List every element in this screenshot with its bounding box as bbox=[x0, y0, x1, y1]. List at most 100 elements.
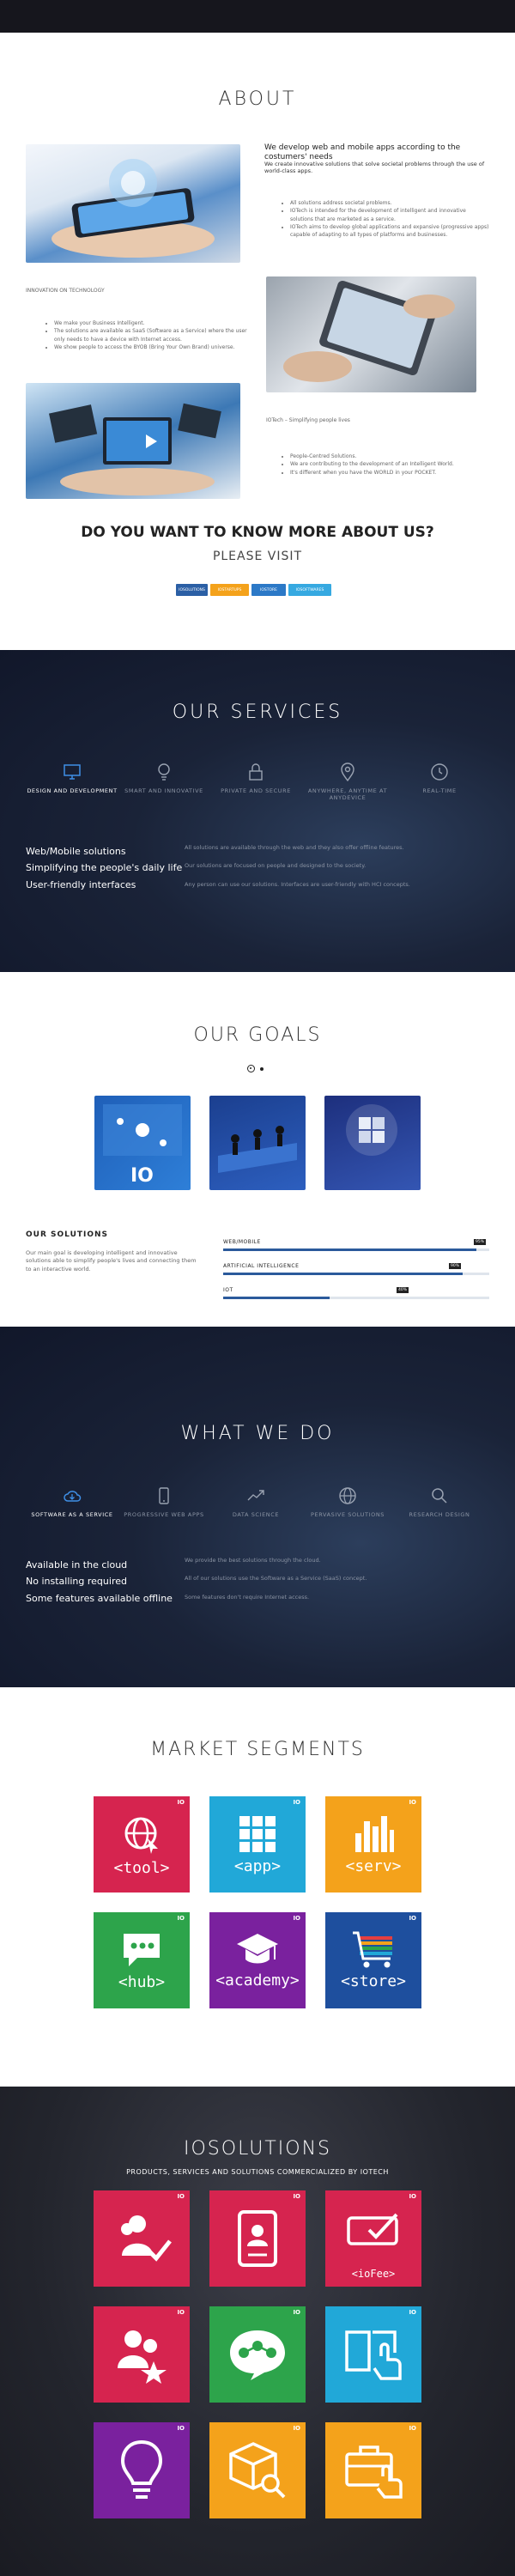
svg-text:IO: IO bbox=[130, 1165, 154, 1187]
goal-image-1: IO bbox=[94, 1096, 191, 1190]
laptop-devices-image bbox=[26, 383, 240, 499]
briefcase-touch-icon bbox=[345, 2445, 403, 2499]
list-item: People-Centred Solutions. bbox=[290, 453, 481, 460]
bar-fill bbox=[223, 1249, 476, 1251]
segment-academy[interactable]: IO <academy> bbox=[209, 1912, 306, 2008]
io-badge: IO bbox=[409, 1799, 416, 1806]
io-badge: IO bbox=[177, 2309, 185, 2316]
io-badge: IO bbox=[293, 1915, 300, 1922]
product-tile-3[interactable]: IO <ioFee> bbox=[325, 2190, 421, 2287]
list-item: We are contributing to the development o… bbox=[290, 460, 481, 468]
feature-pervasive[interactable]: PERVASIVE SOLUTIONS bbox=[296, 1485, 399, 1518]
whatwedo-details: We provide the best solutions through th… bbox=[185, 1552, 367, 1607]
highlight-line: Simplifying the people's daily life bbox=[26, 862, 183, 874]
book-touch-icon bbox=[345, 2330, 402, 2380]
services-section: OUR SERVICES DESIGN AND DEVELOPMENT SMAR… bbox=[0, 650, 515, 972]
services-title: OUR SERVICES bbox=[172, 702, 343, 723]
progress-bar-iot bbox=[223, 1297, 489, 1299]
feature-research[interactable]: RESEARCH DESIGN bbox=[388, 1485, 491, 1518]
segment-name: <hub> bbox=[118, 1972, 166, 1991]
detail-line: We provide the best solutions through th… bbox=[185, 1557, 321, 1564]
feature-label: SMART AND INNOVATIVE bbox=[124, 787, 203, 794]
io-badge: IO bbox=[293, 2309, 300, 2316]
about-sub: We create innovative solutions that solv… bbox=[264, 161, 485, 175]
io-badge: IO bbox=[177, 1915, 185, 1922]
feature-data-science[interactable]: DATA SCIENCE bbox=[204, 1485, 307, 1518]
please-visit-label: PLEASE VISIT bbox=[212, 550, 303, 563]
segment-name: <serv> bbox=[345, 1856, 402, 1875]
grid-icon bbox=[239, 1815, 276, 1852]
link-iostore[interactable]: IOSTORE bbox=[251, 584, 286, 596]
feature-label: SOFTWARE AS A SERVICE bbox=[31, 1511, 113, 1518]
segment-store[interactable]: IO <store> bbox=[325, 1912, 421, 2008]
monitor-icon bbox=[64, 764, 81, 780]
box-search-icon bbox=[229, 2442, 286, 2499]
location-pin-icon bbox=[341, 762, 354, 782]
innovation-label: INNOVATION ON TECHNOLOGY bbox=[26, 288, 105, 294]
product-tile-5[interactable]: IO bbox=[209, 2306, 306, 2403]
feature-anywhere[interactable]: ANYWHERE, ANYTIME AT ANYDEVICE bbox=[296, 762, 399, 802]
highlight-line: Available in the cloud bbox=[26, 1559, 128, 1571]
list-item: IOTech aims to develop global applicatio… bbox=[290, 223, 489, 240]
feature-label: REAL-TIME bbox=[422, 787, 457, 794]
product-tile-2[interactable]: IO bbox=[209, 2190, 306, 2287]
list-item: We make your Business Intelligent. bbox=[54, 319, 249, 327]
whatwedo-highlights: Available in the cloud No installing req… bbox=[26, 1557, 173, 1607]
product-tile-6[interactable]: IO bbox=[325, 2306, 421, 2403]
hands-tablet-image bbox=[266, 276, 476, 392]
segment-tool[interactable]: IO <tool> bbox=[94, 1796, 190, 1893]
product-tile-9[interactable]: IO bbox=[325, 2422, 421, 2518]
iosolutions-title: IOSOLUTIONS bbox=[183, 2138, 331, 2160]
link-iosoftwares[interactable]: IOSOFTWARES bbox=[288, 584, 331, 596]
bars-icon bbox=[355, 1815, 394, 1852]
feature-pwa[interactable]: PROGRESSIVE WEB APPS bbox=[112, 1485, 215, 1518]
highlight-line: Some features available offline bbox=[26, 1592, 173, 1604]
io-badge: IO bbox=[409, 2309, 416, 2316]
what-we-do-title: WHAT WE DO bbox=[180, 1423, 335, 1444]
dot[interactable] bbox=[260, 1066, 264, 1071]
users-check-icon bbox=[121, 2215, 172, 2262]
bar-fill bbox=[223, 1297, 330, 1299]
ticket-check-icon bbox=[347, 2213, 398, 2245]
feature-saas[interactable]: SOFTWARE AS A SERVICE bbox=[21, 1485, 124, 1518]
link-iostartups[interactable]: IOSTARTUPS bbox=[210, 584, 249, 596]
io-badge: IO bbox=[177, 1799, 185, 1806]
feature-label: RESEARCH DESIGN bbox=[409, 1511, 470, 1518]
segment-serv[interactable]: IO <serv> bbox=[325, 1796, 421, 1893]
segment-name: <app> bbox=[233, 1856, 282, 1875]
chat-bubble-icon bbox=[230, 2330, 285, 2380]
detail-line: Some features don't require Internet acc… bbox=[185, 1593, 310, 1601]
visit-links: IOSOLUTIONS IOSTARTUPS IOSTORE IOSOFTWAR… bbox=[176, 584, 339, 596]
highlight-line: User-friendly interfaces bbox=[26, 878, 136, 890]
know-more-heading: DO YOU WANT TO KNOW MORE ABOUT US? bbox=[81, 524, 434, 541]
solutions-text: Our main goal is developing intelligent … bbox=[26, 1249, 197, 1273]
about-bullets-1: All solutions address societal problems.… bbox=[283, 199, 489, 239]
globe-cursor-icon bbox=[124, 1817, 158, 1854]
segment-name: <tool> bbox=[113, 1858, 170, 1877]
id-card-icon bbox=[238, 2210, 277, 2267]
about-title: ABOUT bbox=[218, 88, 297, 110]
dot-active[interactable] bbox=[247, 1065, 255, 1072]
segment-app[interactable]: IO <app> bbox=[209, 1796, 306, 1893]
feature-design-development[interactable]: DESIGN AND DEVELOPMENT bbox=[21, 762, 124, 794]
about-bullets-2: We make your Business Intelligent. The s… bbox=[47, 319, 249, 351]
product-tile-1[interactable]: IO bbox=[94, 2190, 190, 2287]
detail-line: All of our solutions use the Software as… bbox=[185, 1575, 367, 1583]
list-item: It's different when you have the WORLD i… bbox=[290, 469, 481, 477]
io-badge: IO bbox=[293, 1799, 300, 1806]
product-tile-8[interactable]: IO bbox=[209, 2422, 306, 2518]
clock-icon bbox=[431, 763, 448, 781]
link-iosolutions[interactable]: IOSOLUTIONS bbox=[176, 584, 208, 596]
product-tile-4[interactable]: IO bbox=[94, 2306, 190, 2403]
mobile-icon bbox=[159, 1487, 169, 1504]
detail-line: Our solutions are focused on people and … bbox=[185, 862, 367, 870]
bar-value: 95% bbox=[474, 1239, 487, 1245]
bar-label: ARTIFICIAL INTELLIGENCE bbox=[223, 1263, 300, 1269]
feature-smart-innovative[interactable]: SMART AND INNOVATIVE bbox=[112, 762, 215, 794]
product-tile-7[interactable]: IO bbox=[94, 2422, 190, 2518]
detail-line: All solutions are available through the … bbox=[185, 844, 404, 851]
carousel-dots[interactable] bbox=[247, 1065, 264, 1072]
segment-hub[interactable]: IO <hub> bbox=[94, 1912, 190, 2008]
feature-private-secure[interactable]: PRIVATE AND SECURE bbox=[204, 762, 307, 794]
feature-real-time[interactable]: REAL-TIME bbox=[388, 762, 491, 794]
